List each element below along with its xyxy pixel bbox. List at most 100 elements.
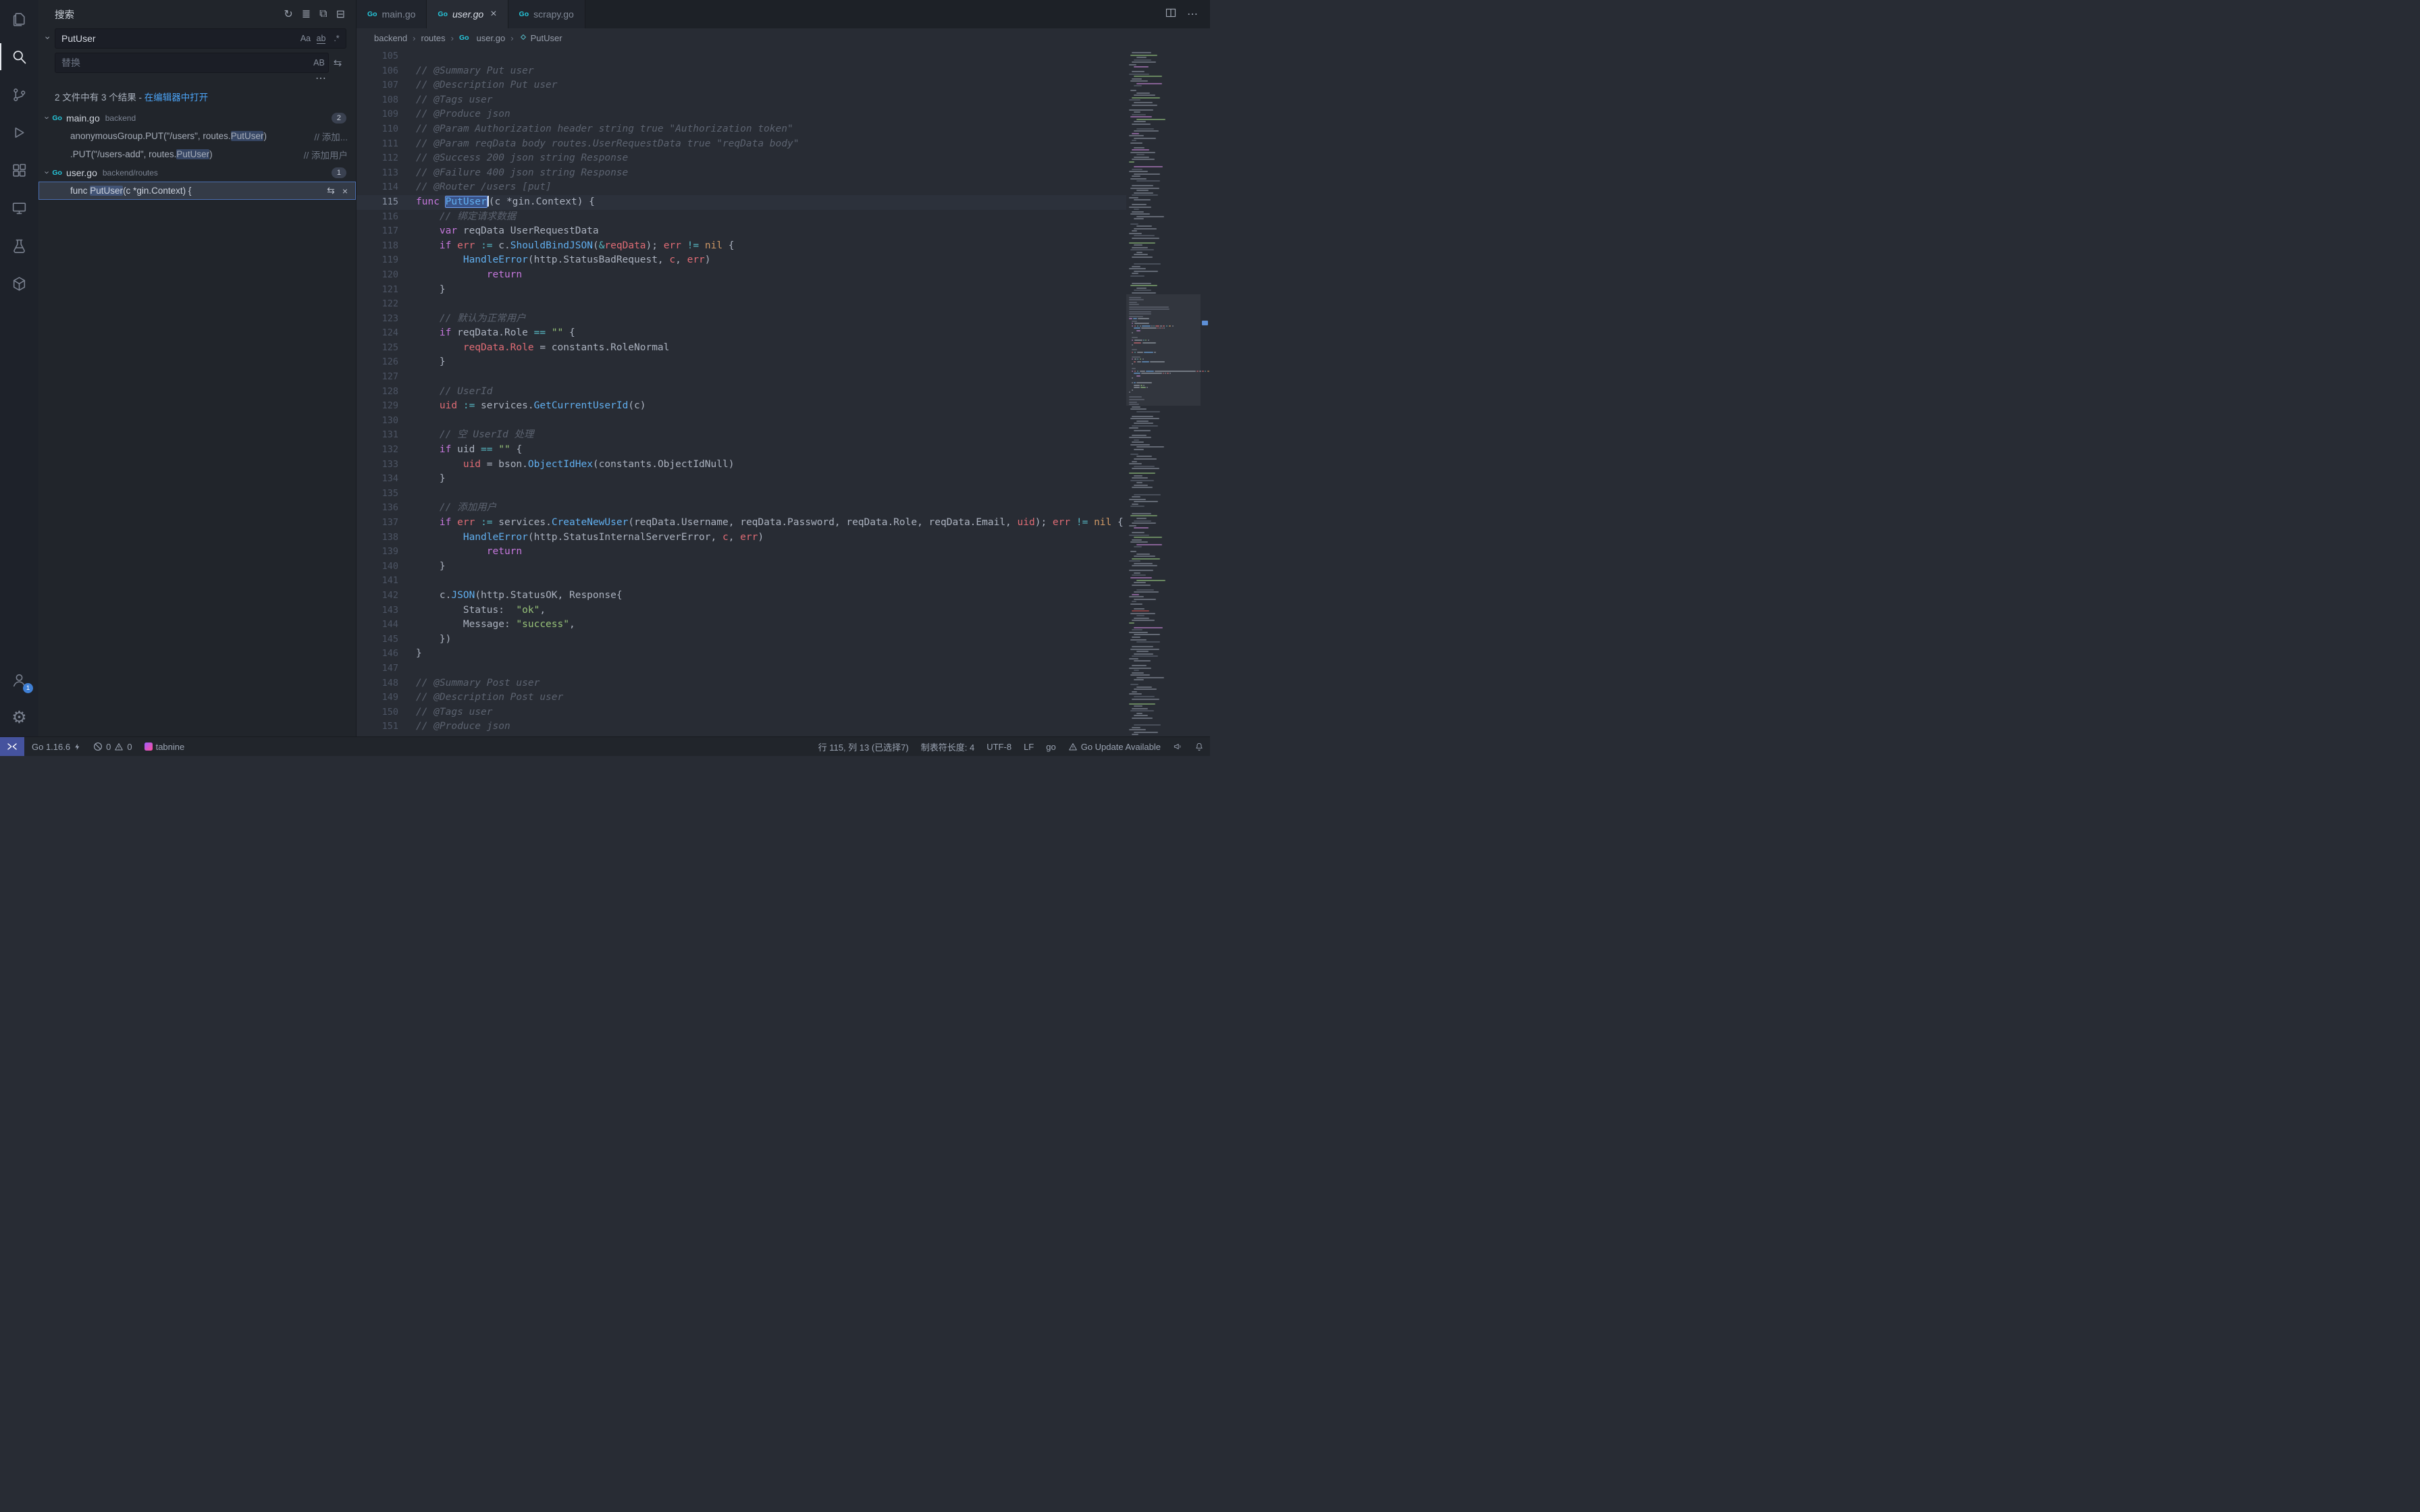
status-go-update[interactable]: Go Update Available [1062,737,1167,756]
toggle-replace-chevron[interactable]: › [43,36,53,40]
breadcrumb-item-user.go[interactable]: Gouser.go [459,33,505,43]
activity-infrastructure-icon[interactable] [0,265,38,302]
code-line[interactable]: 145 }) [357,632,1126,647]
activity-settings-icon[interactable]: ⚙ [0,699,38,736]
code-line[interactable]: 113// @Failure 400 json string Response [357,166,1126,181]
search-input[interactable]: PutUser Aaab.* [55,28,346,49]
status-go-version[interactable]: Go 1.16.6 [26,737,87,756]
code-line[interactable]: 107// @Description Put user [357,78,1126,93]
code-line[interactable]: 117 var reqData UserRequestData [357,224,1126,239]
status-encoding[interactable]: UTF-8 [980,737,1018,756]
view-as-list-icon[interactable]: ≣ [302,7,311,21]
code-line[interactable]: 128 // UserId [357,385,1126,400]
preserve-case-toggle[interactable]: AB [312,56,326,70]
code-line[interactable]: 111// @Param reqData body routes.UserReq… [357,137,1126,152]
code-line[interactable]: 116 // 绑定请求数据 [357,210,1126,225]
code-line[interactable]: 114// @Router /users [put] [357,180,1126,195]
replace-match-icon[interactable]: ⇆ [327,185,335,196]
activity-source-control-icon[interactable] [0,76,38,113]
activity-extensions-icon[interactable] [0,151,38,189]
activity-remote-explorer-icon[interactable] [0,189,38,227]
code-line[interactable]: 134 } [357,472,1126,487]
more-actions-icon[interactable]: ⋯ [1187,7,1198,21]
code-line[interactable]: 124 if reqData.Role == "" { [357,326,1126,341]
open-new-search-editor-icon[interactable]: ⧉ [319,8,327,20]
activity-search-icon[interactable] [0,38,38,76]
code-line[interactable]: 123 // 默认为正常用户 [357,312,1126,327]
code-view[interactable]: 105106// @Summary Put user107// @Descrip… [357,47,1126,736]
open-in-editor-link[interactable]: 在编辑器中打开 [144,92,209,103]
code-line[interactable]: 120 return [357,268,1126,283]
whole-word-toggle[interactable]: ab [314,32,328,46]
code-line[interactable]: 115func PutUser(c *gin.Context) { [357,195,1126,210]
status-remote-indicator[interactable] [0,737,24,756]
chevron-down-icon[interactable]: › [43,171,52,173]
code-line[interactable]: 129 uid := services.GetCurrentUserId(c) [357,399,1126,414]
split-editor-icon[interactable] [1165,7,1176,22]
code-line[interactable]: 109// @Produce json [357,107,1126,122]
status-indentation[interactable]: 制表符长度: 4 [915,737,980,756]
minimap[interactable] [1126,47,1201,736]
status-notifications[interactable] [1188,737,1210,756]
code-line[interactable]: 133 uid = bson.ObjectIdHex(constants.Obj… [357,458,1126,473]
tab-user.go[interactable]: Gouser.go× [427,0,508,28]
code-line[interactable]: 143 Status: "ok", [357,603,1126,618]
chevron-down-icon[interactable]: › [43,116,52,119]
code-line[interactable]: 125 reqData.Role = constants.RoleNormal [357,341,1126,356]
code-line[interactable]: 138 HandleError(http.StatusInternalServe… [357,531,1126,545]
result-match-row[interactable]: anonymousGroup.PUT("/users", routes.PutU… [38,127,356,145]
tab-main.go[interactable]: Gomain.go [357,0,427,28]
activity-accounts-icon[interactable]: 1 [0,661,38,699]
dismiss-match-icon[interactable]: × [342,186,348,196]
code-line[interactable]: 144 Message: "success", [357,618,1126,632]
code-line[interactable]: 119 HandleError(http.StatusBadRequest, c… [357,253,1126,268]
code-line[interactable]: 127 [357,370,1126,385]
code-line[interactable]: 112// @Success 200 json string Response [357,151,1126,166]
code-line[interactable]: 149// @Description Post user [357,691,1126,705]
code-line[interactable]: 142 c.JSON(http.StatusOK, Response{ [357,589,1126,603]
match-case-toggle[interactable]: Aa [298,32,313,46]
code-line[interactable]: 122 [357,297,1126,312]
result-file-row[interactable]: ›Gomain.gobackend2 [38,109,356,127]
status-feedback[interactable] [1167,737,1188,756]
tab-scrapy.go[interactable]: Goscrapy.go [508,0,585,28]
code-line[interactable]: 126 } [357,355,1126,370]
code-line[interactable]: 106// @Summary Put user [357,64,1126,79]
status-tabnine[interactable]: tabnine [138,737,191,756]
result-match-row[interactable]: .PUT("/users-add", routes.PutUser)// 添加用… [38,145,356,163]
breadcrumb-item-PutUser[interactable]: PutUser [519,33,562,43]
code-line[interactable]: 141 [357,574,1126,589]
code-line[interactable]: 110// @Param Authorization header string… [357,122,1126,137]
code-line[interactable]: 105 [357,49,1126,64]
code-line[interactable]: 140 } [357,560,1126,574]
status-eol[interactable]: LF [1018,737,1040,756]
code-line[interactable]: 121 } [357,283,1126,298]
code-line[interactable]: 139 return [357,545,1126,560]
code-line[interactable]: 148// @Summary Post user [357,676,1126,691]
code-line[interactable]: 135 [357,487,1126,502]
activity-run-debug-icon[interactable] [0,113,38,151]
overview-ruler-scrollbar[interactable] [1201,47,1210,736]
replace-all-icon[interactable]: ⇆ [329,57,346,69]
code-line[interactable]: 151// @Produce json [357,720,1126,734]
code-line[interactable]: 130 [357,414,1126,429]
status-language-mode[interactable]: go [1040,737,1061,756]
result-match-row[interactable]: func PutUser(c *gin.Context) {⇆× [38,182,356,200]
refresh-icon[interactable]: ↻ [284,7,292,21]
regex-toggle[interactable]: .* [330,32,344,46]
code-line[interactable]: 147 [357,662,1126,676]
result-file-row[interactable]: ›Gouser.gobackend/routes1 [38,163,356,182]
code-line[interactable]: 131 // 空 UserId 处理 [357,428,1126,443]
breadcrumb-item-routes[interactable]: routes [421,33,446,43]
status-cursor-position[interactable]: 行 115, 列 13 (已选择7) [812,737,915,756]
code-line[interactable]: 150// @Tags user [357,705,1126,720]
minimap-slider[interactable] [1126,294,1201,406]
search-details-icon[interactable]: ⋯ [55,73,346,82]
code-line[interactable]: 108// @Tags user [357,93,1126,108]
code-line[interactable]: 137 if err := services.CreateNewUser(req… [357,516,1126,531]
code-line[interactable]: 136 // 添加用户 [357,501,1126,516]
replace-input[interactable]: 替换 AB [55,53,329,73]
breadcrumb-item-backend[interactable]: backend [374,33,407,43]
code-line[interactable]: 132 if uid == "" { [357,443,1126,458]
code-line[interactable]: 118 if err := c.ShouldBindJSON(&reqData)… [357,239,1126,254]
